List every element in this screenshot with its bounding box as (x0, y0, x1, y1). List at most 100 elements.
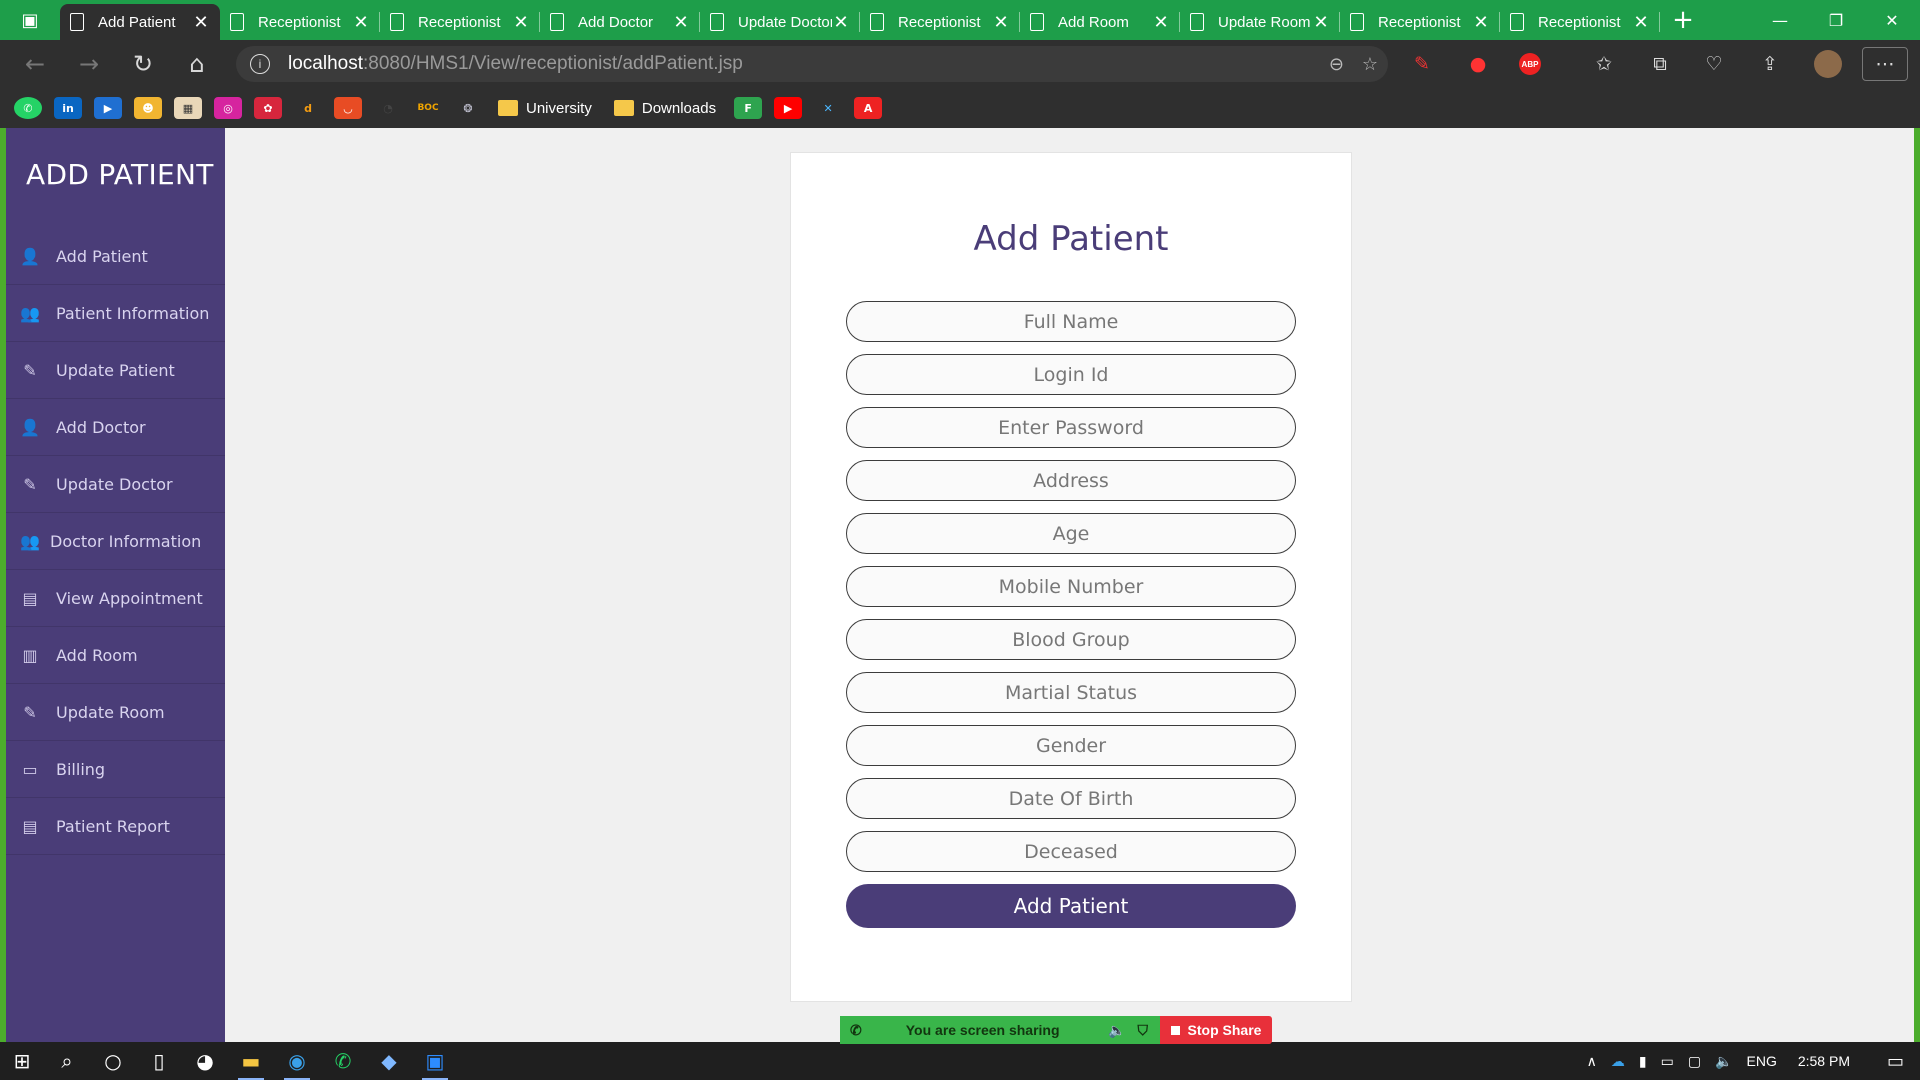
close-tab-icon[interactable]: ✕ (672, 12, 690, 33)
tab-receptionist[interactable]: Receptionist ✕ (1340, 4, 1500, 40)
bookmark-folder-university[interactable]: University (498, 100, 592, 117)
bookmark-folder-downloads[interactable]: Downloads (613, 100, 716, 117)
bookmark-icon[interactable]: ◡ (334, 97, 362, 119)
language-indicator[interactable]: ENG (1747, 1053, 1777, 1069)
site-info-icon[interactable]: i (250, 54, 270, 74)
age-field[interactable] (846, 513, 1296, 554)
edge-browser-icon[interactable]: ◉ (274, 1042, 320, 1080)
file-explorer-icon[interactable]: ▬ (228, 1042, 274, 1080)
add-patient-button[interactable]: Add Patient (846, 884, 1296, 928)
sidebar-item-update-patient[interactable]: ✎ Update Patient (6, 342, 225, 399)
tab-receptionist[interactable]: Receptionist ✕ (380, 4, 540, 40)
close-tab-icon[interactable]: ✕ (1152, 12, 1170, 33)
password-field[interactable] (846, 407, 1296, 448)
video-icon[interactable]: ▶ (94, 97, 122, 119)
forward-arrow-icon[interactable]: → (62, 40, 116, 88)
tab-add-doctor[interactable]: Add Doctor ✕ (540, 4, 700, 40)
blood-group-field[interactable] (846, 619, 1296, 660)
chevron-up-icon[interactable]: ∧ (1587, 1053, 1597, 1070)
close-tab-icon[interactable]: ✕ (1312, 12, 1330, 33)
bookmark-icon[interactable]: ❂ (454, 97, 482, 119)
close-window-icon[interactable]: ✕ (1864, 0, 1920, 40)
url-text[interactable]: localhost:8080/HMS1/View/receptionist/ad… (288, 53, 743, 75)
sidebar-item-update-room[interactable]: ✎ Update Room (6, 684, 225, 741)
address-field[interactable] (846, 460, 1296, 501)
close-tab-icon[interactable]: ✕ (1472, 12, 1490, 33)
battery-icon[interactable]: ▭ (1661, 1053, 1674, 1070)
app-icon[interactable]: ◕ (182, 1042, 228, 1080)
tab-actions-icon[interactable]: ▣ (0, 0, 60, 40)
sidebar-item-add-patient[interactable]: 👤 Add Patient (6, 228, 225, 285)
extension-abp-icon[interactable]: ABP (1516, 52, 1544, 76)
zoom-icon[interactable]: ⊖ (1329, 54, 1344, 75)
collections-icon[interactable]: ⧉ (1646, 52, 1674, 76)
boc-icon[interactable]: BOC (414, 97, 442, 119)
tab-update-doctor[interactable]: Update Doctor ✕ (700, 4, 860, 40)
tab-add-room[interactable]: Add Room ✕ (1020, 4, 1180, 40)
clock[interactable]: 2:58 PM (1798, 1053, 1850, 1069)
address-bar[interactable]: i localhost:8080/HMS1/View/receptionist/… (236, 46, 1388, 82)
sidebar-item-patient-information[interactable]: 👥 Patient Information (6, 285, 225, 342)
refresh-icon[interactable]: ↻ (116, 40, 170, 88)
youtube-icon[interactable]: ▶ (774, 97, 803, 119)
sidebar-item-patient-report[interactable]: ▤ Patient Report (6, 798, 225, 855)
whatsapp-icon[interactable]: ✆ (14, 97, 42, 119)
speaker-icon[interactable]: 🔈 (1108, 1022, 1125, 1039)
sidebar-item-view-appointment[interactable]: ▤ View Appointment (6, 570, 225, 627)
deceased-field[interactable] (846, 831, 1296, 872)
close-tab-icon[interactable]: ✕ (512, 12, 530, 33)
windows-start-icon[interactable]: ⊞ (0, 1042, 44, 1080)
gender-field[interactable] (846, 725, 1296, 766)
bookmark-icon[interactable]: ◔ (374, 97, 402, 119)
task-view-icon[interactable]: ▯ (136, 1042, 182, 1080)
bookmark-icon[interactable]: ✕ (814, 97, 842, 119)
tab-receptionist[interactable]: Receptionist ✕ (1500, 4, 1660, 40)
share-icon[interactable]: ⇪ (1756, 52, 1784, 76)
back-arrow-icon[interactable]: ← (8, 40, 62, 88)
close-tab-icon[interactable]: ✕ (992, 12, 1010, 33)
onedrive-icon[interactable]: ☁ (1611, 1053, 1625, 1070)
new-tab-button[interactable]: + (1660, 0, 1706, 40)
volume-icon[interactable]: 🔈 (1715, 1053, 1732, 1070)
tab-update-room[interactable]: Update Room ✕ (1180, 4, 1340, 40)
mobile-number-field[interactable] (846, 566, 1296, 607)
extension-pen-icon[interactable]: ✎ (1408, 52, 1436, 76)
sidebar-item-billing[interactable]: ▭ Billing (6, 741, 225, 798)
bookmark-icon[interactable]: d (294, 97, 322, 119)
huawei-icon[interactable]: ✿ (254, 97, 282, 119)
search-icon[interactable]: ⌕ (44, 1042, 90, 1080)
bookmark-icon[interactable]: F (734, 97, 763, 119)
tab-receptionist[interactable]: Receptionist ✕ (220, 4, 380, 40)
microphone-icon[interactable]: ▮ (1639, 1053, 1647, 1070)
sidebar-item-add-doctor[interactable]: 👤 Add Doctor (6, 399, 225, 456)
close-tab-icon[interactable]: ✕ (832, 12, 850, 33)
marital-status-field[interactable] (846, 672, 1296, 713)
performance-icon[interactable]: ♡ (1700, 52, 1728, 76)
home-icon[interactable]: ⌂ (170, 40, 224, 88)
profile-avatar[interactable] (1812, 50, 1844, 78)
network-icon[interactable]: ▢ (1688, 1053, 1701, 1070)
tab-receptionist[interactable]: Receptionist ✕ (860, 4, 1020, 40)
favorites-icon[interactable]: ✩ (1590, 52, 1618, 76)
full-name-field[interactable] (846, 301, 1296, 342)
instagram-icon[interactable]: ◎ (214, 97, 242, 119)
login-id-field[interactable] (846, 354, 1296, 395)
close-tab-icon[interactable]: ✕ (1632, 12, 1650, 33)
tab-add-patient[interactable]: Add Patient ✕ (60, 4, 220, 40)
linkedin-icon[interactable]: in (54, 97, 82, 119)
extension-stop-icon[interactable]: ● (1464, 52, 1492, 76)
zoom-app-icon[interactable]: ▣ (412, 1042, 458, 1080)
close-tab-icon[interactable]: ✕ (192, 12, 210, 33)
whatsapp-icon[interactable]: ✆ (320, 1042, 366, 1080)
more-options-icon[interactable]: ⋯ (1862, 47, 1908, 81)
app-icon[interactable]: ◆ (366, 1042, 412, 1080)
add-favorite-icon[interactable]: ☆ (1362, 54, 1378, 75)
bookmark-icon[interactable]: ▦ (174, 97, 202, 119)
close-tab-icon[interactable]: ✕ (352, 12, 370, 33)
sidebar-item-add-room[interactable]: ▥ Add Room (6, 627, 225, 684)
date-of-birth-field[interactable] (846, 778, 1296, 819)
adobe-icon[interactable]: A (854, 97, 883, 119)
minimize-icon[interactable]: — (1752, 0, 1808, 40)
cortana-icon[interactable]: ○ (90, 1042, 136, 1080)
stop-share-button[interactable]: Stop Share (1160, 1016, 1272, 1044)
